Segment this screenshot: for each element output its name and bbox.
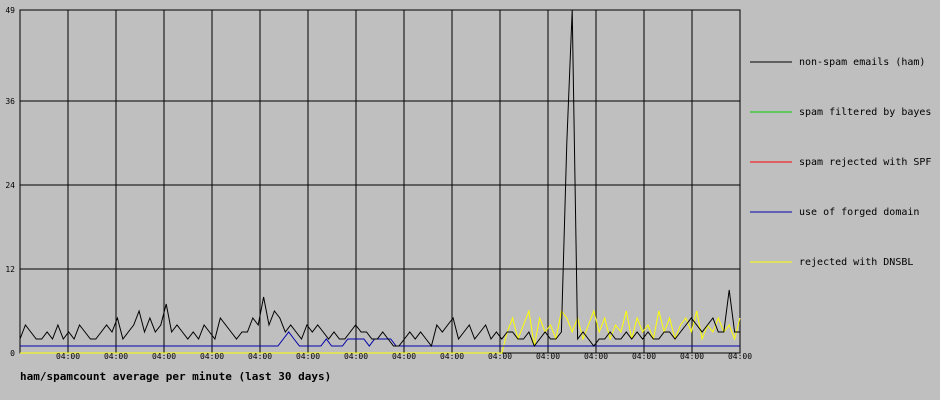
y-tick-label: 12 xyxy=(5,265,15,274)
legend-label: spam filtered by bayes xyxy=(799,107,931,118)
x-tick-label: 04:00 xyxy=(344,352,368,361)
x-tick-label: 04:00 xyxy=(488,352,512,361)
x-tick-label: 04:00 xyxy=(296,352,320,361)
x-tick-label: 04:00 xyxy=(584,352,608,361)
y-tick-label: 36 xyxy=(5,97,15,106)
chart-svg: 04:00 04:00 04:00 04:00 04:00 04:00 04:00 04:00… xyxy=(5,6,931,361)
y-tick-label: 49 xyxy=(5,6,15,15)
y-tick-label: 0 xyxy=(10,349,15,358)
x-tick-label: 04:00 xyxy=(200,352,224,361)
chart-stage: 04:00 04:00 04:00 04:00 04:00 04:00 04:00 04:00… xyxy=(0,0,940,400)
legend-label: rejected with DNSBL xyxy=(799,257,913,268)
x-tick-label: 04:00 xyxy=(152,352,176,361)
x-tick-label: 04:00 xyxy=(56,352,80,361)
y-tick-label: 24 xyxy=(5,181,15,190)
chart-title: ham/spamcount average per minute (last 3… xyxy=(20,370,332,383)
x-tick-label: 04:00 xyxy=(536,352,560,361)
x-tick-label: 04:00 xyxy=(680,352,704,361)
x-tick-label: 04:00 xyxy=(632,352,656,361)
legend: non-spam emails (ham) spam filtered by ba… xyxy=(750,57,931,268)
x-tick-label: 04:00 xyxy=(392,352,416,361)
legend-label: use of forged domain xyxy=(799,207,919,218)
x-tick-label: 04:00 xyxy=(104,352,128,361)
plot-area xyxy=(19,9,741,354)
x-tick-label: 04:00 xyxy=(440,352,464,361)
legend-label: non-spam emails (ham) xyxy=(799,57,925,68)
x-tick-label: 04:00 xyxy=(728,352,752,361)
x-tick-label: 04:00 xyxy=(248,352,272,361)
legend-label: spam rejected with SPF xyxy=(799,157,931,168)
